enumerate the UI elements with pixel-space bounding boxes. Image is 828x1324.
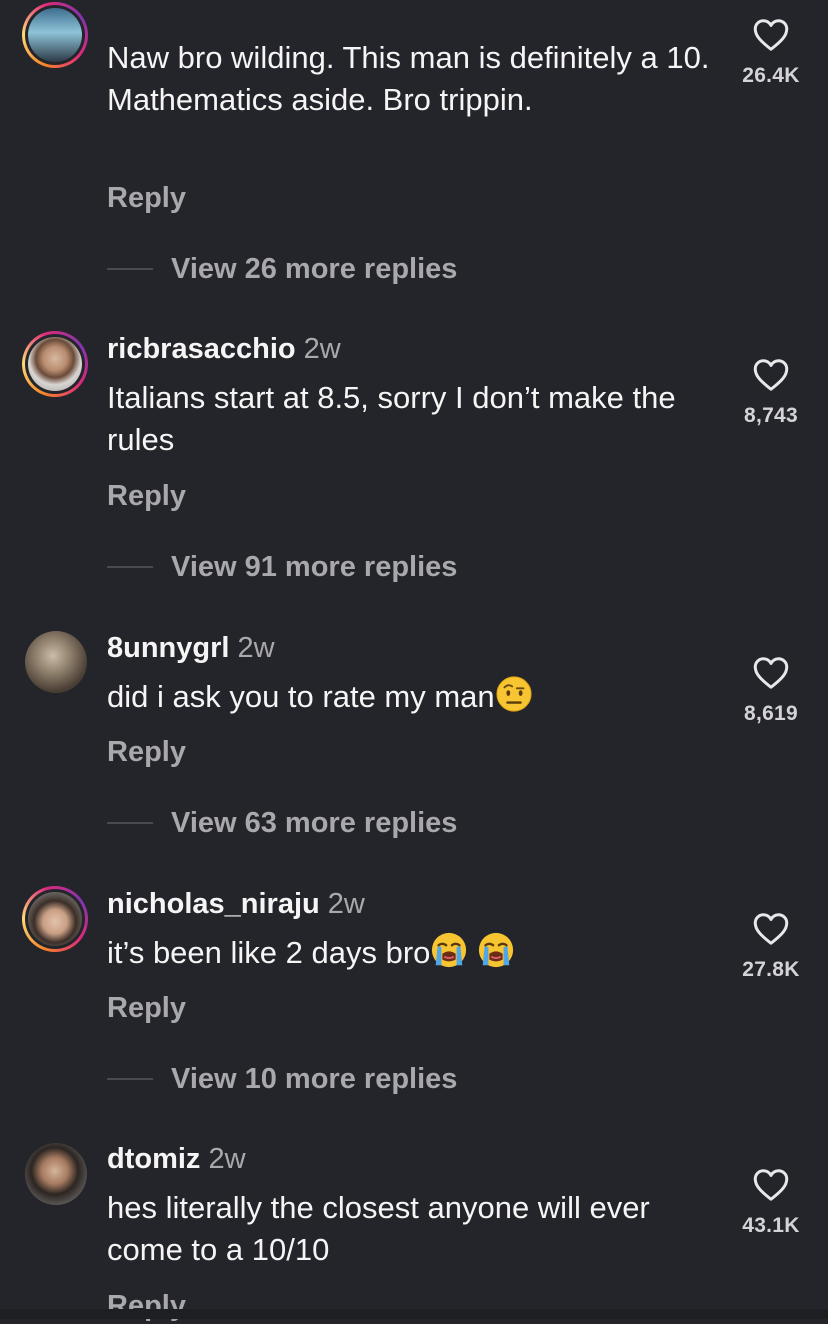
view-replies-label: View 10 more replies bbox=[171, 1062, 458, 1095]
divider-line bbox=[107, 268, 153, 270]
timestamp: 2w bbox=[303, 333, 341, 365]
comment-text: Italians start at 8.5, sorry I don’t mak… bbox=[107, 380, 676, 457]
username-link[interactable]: nicholas_niraju bbox=[107, 888, 320, 920]
timestamp: 2w bbox=[208, 1143, 246, 1175]
reply-button[interactable]: Reply bbox=[107, 734, 186, 770]
username-link[interactable]: ricbrasacchio bbox=[107, 333, 296, 365]
heart-outline-icon[interactable] bbox=[753, 912, 789, 946]
view-replies-label: View 63 more replies bbox=[171, 806, 458, 839]
heart-outline-icon[interactable] bbox=[753, 656, 789, 690]
username-link[interactable]: dtomiz bbox=[107, 1143, 200, 1175]
divider-line bbox=[107, 1078, 153, 1080]
view-replies-label: View 91 more replies bbox=[171, 550, 458, 583]
like-control: 43.1K bbox=[738, 1168, 804, 1238]
timestamp: 2w bbox=[327, 888, 365, 920]
bottom-edge bbox=[0, 1309, 828, 1319]
comment-text: Naw bro wilding. This man is definitely … bbox=[107, 40, 710, 117]
comment-meta: ricbrasacchio 2w bbox=[107, 331, 341, 367]
comment-meta: dtomiz 2w bbox=[107, 1141, 246, 1177]
avatar[interactable] bbox=[25, 1143, 87, 1205]
like-count: 26.4K bbox=[742, 64, 800, 87]
like-control: 26.4K bbox=[738, 18, 804, 88]
avatar[interactable] bbox=[25, 631, 87, 693]
like-control: 8,619 bbox=[738, 656, 804, 726]
comment-text-content: did i ask you to rate my man bbox=[107, 679, 495, 714]
divider-line bbox=[107, 566, 153, 568]
timestamp: 2w bbox=[237, 632, 275, 664]
loudly-crying-face-emoji bbox=[432, 932, 467, 968]
avatar[interactable] bbox=[22, 2, 88, 68]
view-replies-button[interactable]: View 10 more replies bbox=[107, 1061, 457, 1097]
reply-button[interactable]: Reply bbox=[107, 478, 186, 514]
like-control: 8,743 bbox=[738, 358, 804, 428]
reply-button[interactable]: Reply bbox=[107, 990, 186, 1026]
reply-button[interactable]: Reply bbox=[107, 180, 186, 216]
comment-text: did i ask you to rate my man bbox=[107, 675, 722, 718]
loudly-crying-face-emoji bbox=[478, 932, 514, 968]
comment-text: it’s been like 2 days bro bbox=[107, 931, 722, 974]
avatar[interactable] bbox=[22, 886, 88, 952]
comment-text: hes literally the closest anyone will ev… bbox=[107, 1190, 650, 1267]
comment-meta: nicholas_niraju 2w bbox=[107, 886, 365, 922]
face-with-raised-eyebrow-emoji bbox=[496, 676, 532, 712]
view-replies-button[interactable]: View 91 more replies bbox=[107, 549, 457, 585]
like-control: 27.8K bbox=[738, 912, 804, 982]
view-replies-button[interactable]: View 26 more replies bbox=[107, 251, 457, 287]
heart-outline-icon[interactable] bbox=[753, 358, 789, 392]
like-count: 27.8K bbox=[742, 958, 800, 981]
avatar[interactable] bbox=[22, 331, 88, 397]
username-link[interactable]: 8unnygrl bbox=[107, 632, 229, 664]
comment-meta: 8unnygrl 2w bbox=[107, 630, 275, 666]
like-count: 43.1K bbox=[742, 1214, 800, 1237]
divider-line bbox=[107, 822, 153, 824]
comment-text-content: it’s been like 2 days bro bbox=[107, 935, 431, 970]
like-count: 8,743 bbox=[743, 404, 799, 427]
view-replies-label: View 26 more replies bbox=[171, 252, 458, 285]
like-count: 8,619 bbox=[743, 702, 799, 725]
heart-outline-icon[interactable] bbox=[753, 1168, 789, 1202]
heart-outline-icon[interactable] bbox=[753, 18, 789, 52]
view-replies-button[interactable]: View 63 more replies bbox=[107, 805, 457, 841]
